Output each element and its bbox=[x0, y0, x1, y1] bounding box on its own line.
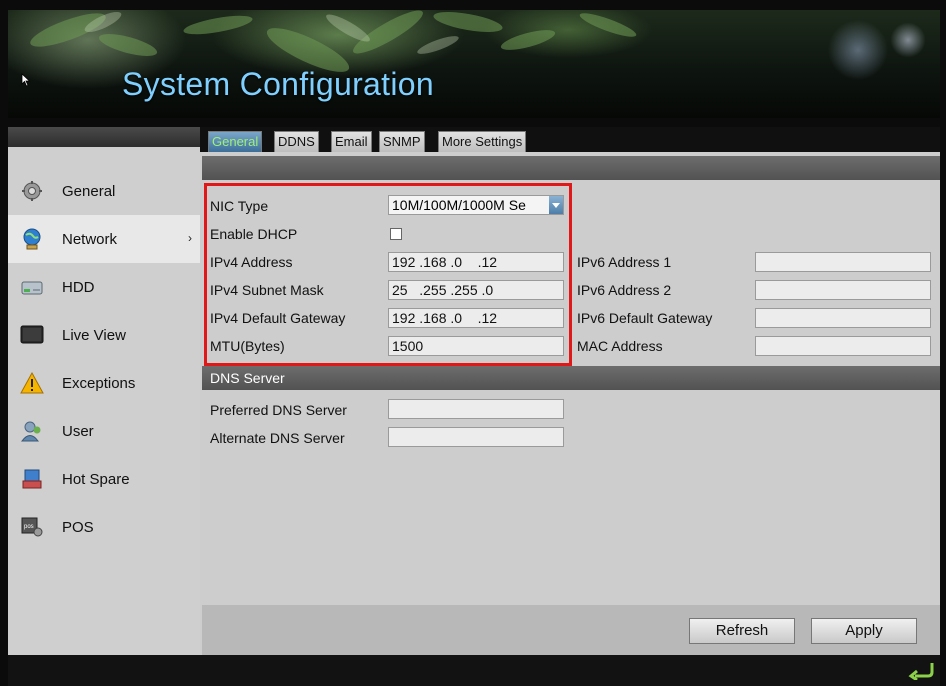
preferred-dns-field[interactable] bbox=[388, 399, 564, 419]
sidebar-item-network[interactable]: Network › bbox=[8, 215, 200, 263]
sidebar-item-label: General bbox=[62, 182, 116, 200]
sidebar-item-pos[interactable]: pos POS bbox=[8, 503, 200, 551]
enable-dhcp-label: Enable DHCP bbox=[210, 226, 298, 242]
section-header-bar bbox=[202, 156, 940, 180]
tab-more-settings[interactable]: More Settings bbox=[438, 131, 527, 152]
ipv4-address-field[interactable]: 192 .168 .0 .12 bbox=[388, 252, 564, 272]
bottom-bar bbox=[8, 655, 940, 686]
sidebar-item-label: Network bbox=[62, 230, 118, 248]
gear-icon bbox=[20, 179, 44, 203]
network-globe-icon bbox=[20, 227, 44, 251]
mtu-field[interactable]: 1500 bbox=[388, 336, 564, 356]
ipv6-default-gateway-label: IPv6 Default Gateway bbox=[577, 310, 713, 326]
sidebar-item-user[interactable]: User bbox=[8, 407, 200, 455]
tab-snmp[interactable]: SNMP bbox=[379, 131, 425, 152]
alternate-dns-field[interactable] bbox=[388, 427, 564, 447]
mouse-cursor-icon bbox=[21, 73, 31, 87]
ipv6-address-1-label: IPv6 Address 1 bbox=[577, 254, 672, 270]
sidebar-nav: General Network › HDD Live View Exceptio… bbox=[8, 167, 200, 551]
ipv6-address-1-field[interactable] bbox=[755, 252, 931, 272]
nic-type-label: NIC Type bbox=[210, 198, 269, 214]
mtu-label: MTU(Bytes) bbox=[210, 338, 285, 354]
mac-address-label: MAC Address bbox=[577, 338, 663, 354]
monitor-icon bbox=[20, 323, 44, 347]
tab-email[interactable]: Email bbox=[331, 131, 372, 152]
alternate-dns-label: Alternate DNS Server bbox=[210, 430, 345, 446]
page-title: System Configuration bbox=[122, 66, 434, 102]
chevron-right-icon: › bbox=[188, 231, 192, 245]
system-configuration-window: System Configuration General Network › H… bbox=[0, 0, 946, 686]
nic-type-select[interactable]: 10M/100M/1000M Se bbox=[388, 195, 564, 215]
sidebar-item-label: User bbox=[62, 422, 94, 440]
tab-general[interactable]: General bbox=[208, 131, 263, 152]
ipv4-default-gateway-label: IPv4 Default Gateway bbox=[210, 310, 346, 326]
sidebar-item-hdd[interactable]: HDD bbox=[8, 263, 200, 311]
dns-section-title: DNS Server bbox=[210, 370, 285, 386]
sidebar-item-label: POS bbox=[62, 518, 94, 536]
user-icon bbox=[20, 419, 44, 443]
ipv4-default-gateway-field[interactable]: 192 .168 .0 .12 bbox=[388, 308, 564, 328]
ipv6-address-2-field[interactable] bbox=[755, 280, 931, 300]
sidebar-item-label: Live View bbox=[62, 326, 126, 344]
sidebar-item-label: Hot Spare bbox=[62, 470, 130, 488]
dns-section-header: DNS Server bbox=[202, 366, 940, 390]
warning-icon bbox=[20, 371, 44, 395]
ipv6-default-gateway-field[interactable] bbox=[755, 308, 931, 328]
hot-spare-icon bbox=[20, 467, 44, 491]
mac-address-field[interactable] bbox=[755, 336, 931, 356]
content-panel: General DDNS Email SNMP More Settings NI… bbox=[200, 127, 940, 655]
header-banner: System Configuration bbox=[8, 10, 940, 118]
enable-dhcp-checkbox[interactable] bbox=[390, 228, 402, 240]
dropdown-arrow-icon[interactable] bbox=[549, 196, 563, 214]
pos-icon: pos bbox=[20, 515, 44, 539]
svg-text:pos: pos bbox=[24, 524, 34, 530]
sidebar-item-general[interactable]: General bbox=[8, 167, 200, 215]
sidebar-item-hot-spare[interactable]: Hot Spare bbox=[8, 455, 200, 503]
ipv4-subnet-mask-field[interactable]: 25 .255 .255 .0 bbox=[388, 280, 564, 300]
hdd-icon bbox=[20, 275, 44, 299]
nic-type-value: 10M/100M/1000M Se bbox=[392, 197, 526, 213]
sidebar-item-live-view[interactable]: Live View bbox=[8, 311, 200, 359]
tab-bar: General DDNS Email SNMP More Settings bbox=[200, 127, 940, 152]
sidebar-item-exceptions[interactable]: Exceptions bbox=[8, 359, 200, 407]
ipv4-subnet-mask-label: IPv4 Subnet Mask bbox=[210, 282, 324, 298]
sidebar-header-bar bbox=[8, 127, 200, 147]
ipv4-address-label: IPv4 Address bbox=[210, 254, 293, 270]
ipv6-address-2-label: IPv6 Address 2 bbox=[577, 282, 672, 298]
sidebar-item-label: HDD bbox=[62, 278, 95, 296]
refresh-button[interactable]: Refresh bbox=[689, 618, 795, 644]
tab-ddns[interactable]: DDNS bbox=[274, 131, 319, 152]
preferred-dns-label: Preferred DNS Server bbox=[210, 402, 347, 418]
sidebar-item-label: Exceptions bbox=[62, 374, 136, 392]
apply-button[interactable]: Apply bbox=[811, 618, 917, 644]
back-arrow-icon[interactable] bbox=[908, 660, 934, 680]
sidebar: General Network › HDD Live View Exceptio… bbox=[8, 127, 201, 655]
